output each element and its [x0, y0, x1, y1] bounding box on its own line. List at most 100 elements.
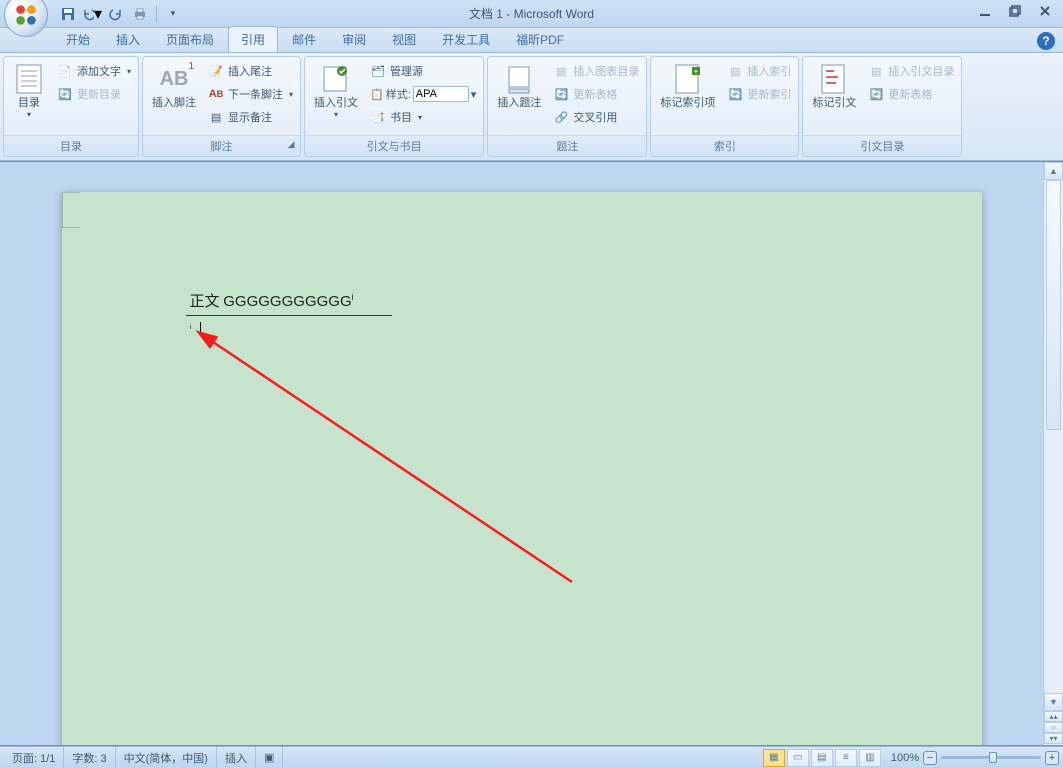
- add-text-icon: 📄: [57, 63, 73, 79]
- view-print-layout[interactable]: ▦: [763, 749, 785, 767]
- qat-print-button[interactable]: [130, 4, 150, 24]
- print-layout-icon: ▦: [769, 752, 778, 763]
- svg-text:+: +: [693, 67, 698, 76]
- update-toc-button[interactable]: 🔄更新目录: [53, 83, 135, 105]
- cross-ref-button[interactable]: 🔗交叉引用: [549, 106, 643, 128]
- view-draft[interactable]: ▥: [859, 749, 881, 767]
- workspace: 正文 GGGGGGGGGGGi i ▲ ▼ ▴▴ ○ ▾▾: [0, 161, 1063, 746]
- fig-toc-icon: ▤: [553, 63, 569, 79]
- group-authorities-label: 引文目录: [803, 135, 961, 156]
- bibliography-label: 书目: [390, 109, 412, 125]
- dropdown-icon: ▾: [127, 67, 131, 76]
- zoom-track[interactable]: [941, 756, 1041, 759]
- scroll-thumb[interactable]: [1046, 180, 1061, 430]
- tab-page-layout[interactable]: 页面布局: [154, 27, 226, 52]
- help-button[interactable]: ?: [1037, 32, 1055, 50]
- tab-references[interactable]: 引用: [228, 26, 278, 52]
- document-viewport[interactable]: 正文 GGGGGGGGGGGi i: [0, 162, 1043, 745]
- show-notes-button[interactable]: ▤显示备注: [204, 106, 297, 128]
- insert-footnote-button[interactable]: AB1 插入脚注: [146, 60, 202, 113]
- update-icon: 🔄: [57, 86, 73, 102]
- prev-page-button[interactable]: ▴▴: [1044, 711, 1063, 722]
- bibliography-button[interactable]: 📑书目▾: [366, 106, 480, 128]
- endnote-area[interactable]: i: [190, 322, 192, 335]
- insert-caption-button[interactable]: 插入题注: [491, 60, 547, 113]
- qat-customize-button[interactable]: ▾: [163, 4, 183, 24]
- close-button[interactable]: [1031, 2, 1059, 20]
- qat-undo-button[interactable]: ▾: [82, 4, 102, 24]
- group-toc: 目录 ▾ 📄添加文字▾ 🔄更新目录 目录: [3, 56, 139, 157]
- tab-foxit-pdf[interactable]: 福昕PDF: [504, 27, 576, 52]
- view-full-screen[interactable]: ▭: [787, 749, 809, 767]
- show-notes-label: 显示备注: [228, 109, 272, 125]
- tab-view[interactable]: 视图: [380, 27, 428, 52]
- update-table-icon: 🔄: [553, 86, 569, 102]
- next-page-button[interactable]: ▾▾: [1044, 733, 1063, 744]
- status-language[interactable]: 中文(简体，中国): [116, 747, 217, 768]
- next-footnote-button[interactable]: AB下一条脚注▾: [204, 83, 297, 105]
- endnote-icon: 📝: [208, 63, 224, 79]
- scroll-track[interactable]: [1044, 180, 1063, 693]
- insert-index-button[interactable]: ▤插入索引: [723, 60, 795, 82]
- insert-footnote-label: 插入脚注: [152, 97, 196, 110]
- quick-access-toolbar: ▾ ▾: [58, 4, 183, 24]
- scroll-up-button[interactable]: ▲: [1044, 162, 1063, 180]
- ribbon-tabs: 开始 插入 页面布局 引用 邮件 审阅 视图 开发工具 福昕PDF ?: [0, 28, 1063, 53]
- update-index-button[interactable]: 🔄更新索引: [723, 83, 795, 105]
- update-toa-button[interactable]: 🔄更新表格: [864, 83, 958, 105]
- title-bar: ▾ ▾ 文档 1 - Microsoft Word: [0, 0, 1063, 28]
- zoom-out-button[interactable]: −: [923, 751, 937, 765]
- insert-citation-button[interactable]: 插入引文 ▾: [308, 60, 364, 122]
- insert-toa-button[interactable]: ▤插入引文目录: [864, 60, 958, 82]
- status-words[interactable]: 字数: 3: [64, 747, 115, 768]
- view-web-layout[interactable]: ▤: [811, 749, 833, 767]
- macro-icon: ▣: [264, 751, 274, 764]
- document-body-text[interactable]: 正文 GGGGGGGGGGGi: [190, 290, 354, 311]
- margin-corner-tl: [62, 192, 80, 210]
- mark-citation-label: 标记引文: [812, 97, 856, 110]
- update-toa-label: 更新表格: [888, 86, 932, 102]
- zoom-in-button[interactable]: +: [1045, 751, 1059, 765]
- browse-object-buttons: ▴▴ ○ ▾▾: [1043, 711, 1063, 745]
- style-input[interactable]: [413, 86, 469, 102]
- vertical-scrollbar[interactable]: ▲ ▼: [1043, 162, 1063, 711]
- update-table-label: 更新表格: [573, 86, 617, 102]
- update-table-button[interactable]: 🔄更新表格: [549, 83, 643, 105]
- tab-insert[interactable]: 插入: [104, 27, 152, 52]
- insert-fig-toc-button[interactable]: ▤插入图表目录: [549, 60, 643, 82]
- status-macro-button[interactable]: ▣: [256, 747, 283, 768]
- tab-review[interactable]: 审阅: [330, 27, 378, 52]
- status-insert-mode[interactable]: 插入: [217, 747, 256, 768]
- zoom-value[interactable]: 100%: [891, 752, 919, 764]
- qat-redo-button[interactable]: [106, 4, 126, 24]
- toc-button[interactable]: 目录 ▾: [7, 60, 51, 122]
- update-toa-icon: 🔄: [868, 86, 884, 102]
- tab-home[interactable]: 开始: [54, 27, 102, 52]
- scroll-down-button[interactable]: ▼: [1044, 693, 1063, 711]
- tab-developer[interactable]: 开发工具: [430, 27, 502, 52]
- page[interactable]: 正文 GGGGGGGGGGGi i: [62, 192, 982, 745]
- dropdown-icon[interactable]: ▾: [471, 88, 477, 101]
- insert-endnote-label: 插入尾注: [228, 63, 272, 79]
- maximize-button[interactable]: [1001, 2, 1029, 20]
- citation-icon: [320, 63, 352, 95]
- tab-mailings[interactable]: 邮件: [280, 27, 328, 52]
- citation-style-combo[interactable]: 📋样式:▾: [366, 83, 480, 105]
- add-text-button[interactable]: 📄添加文字▾: [53, 60, 135, 82]
- group-index: + 标记索引项 ▤插入索引 🔄更新索引 索引: [650, 56, 799, 157]
- qat-save-button[interactable]: [58, 4, 78, 24]
- draft-icon: ▥: [865, 752, 874, 763]
- insert-endnote-button[interactable]: 📝插入尾注: [204, 60, 297, 82]
- dropdown-icon: ▾: [418, 113, 422, 122]
- mark-entry-button[interactable]: + 标记索引项: [654, 60, 721, 113]
- minimize-button[interactable]: [971, 2, 999, 20]
- mark-citation-button[interactable]: 标记引文: [806, 60, 862, 113]
- footnotes-launcher[interactable]: ◢: [285, 139, 297, 151]
- select-browse-button[interactable]: ○: [1044, 722, 1063, 733]
- status-page[interactable]: 页面: 1/1: [4, 747, 64, 768]
- manage-sources-button[interactable]: 🗂管理源: [366, 60, 480, 82]
- restore-icon: [1009, 5, 1021, 17]
- web-layout-icon: ▤: [817, 752, 826, 763]
- zoom-thumb[interactable]: [989, 752, 997, 763]
- view-outline[interactable]: ≡: [835, 749, 857, 767]
